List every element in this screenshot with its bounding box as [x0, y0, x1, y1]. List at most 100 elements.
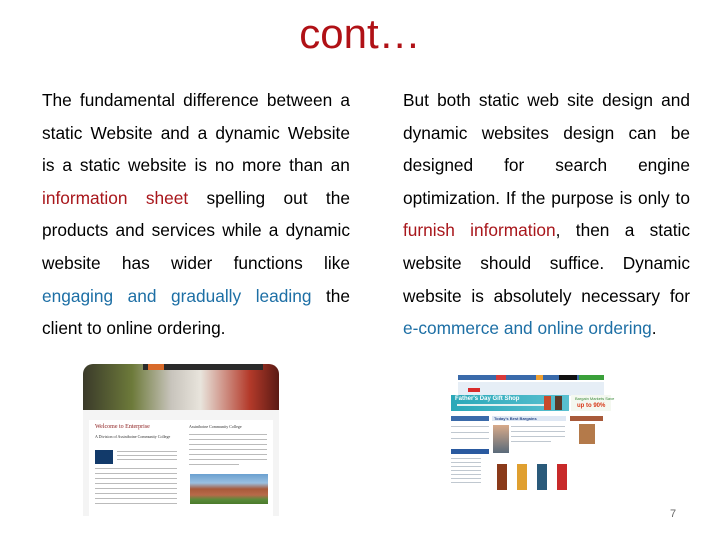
word: between [266, 90, 333, 110]
text-line [189, 434, 267, 435]
word: is [471, 285, 484, 306]
word: Website [287, 122, 350, 143]
text-line: optimization. If the purpose is only to [403, 182, 690, 215]
highlighted-word: online [537, 318, 584, 339]
word-group: information, [470, 214, 560, 247]
featured-author-photo [493, 425, 509, 453]
word: than [289, 155, 323, 176]
book-cover [544, 396, 551, 410]
word: and [661, 90, 690, 110]
text-line [451, 462, 481, 463]
word: static [42, 122, 83, 143]
text-line [189, 444, 267, 445]
word: Website [90, 122, 153, 143]
word: a [624, 220, 635, 241]
book-cover [537, 464, 547, 490]
highlighted-word: sheet [145, 187, 189, 208]
word: difference [183, 90, 259, 110]
word: Dynamic [622, 252, 690, 273]
main-section-title: Today's Best Bargains [494, 416, 537, 421]
word: purpose [551, 187, 614, 208]
word: website [42, 252, 101, 273]
word: an [330, 155, 350, 176]
word: be [670, 122, 690, 143]
text-line [451, 470, 481, 471]
word: design [563, 122, 615, 143]
word: ordering. [157, 318, 226, 339]
text-line [95, 493, 177, 494]
word: a [197, 122, 208, 143]
highlighted-word: leading [255, 285, 312, 306]
text-line: website should suffice. Dynamic [403, 247, 690, 280]
left-text-column: The fundamental difference between a static We… [42, 84, 350, 345]
text-line [451, 466, 481, 467]
site-header-banner [83, 364, 279, 410]
word: static [478, 90, 520, 110]
text-line: furnish information, then a static [403, 214, 690, 247]
word: for [504, 155, 525, 176]
book-cover [557, 464, 567, 490]
word: necessary [581, 285, 661, 306]
word: website [403, 252, 462, 273]
word: for [669, 285, 690, 306]
word: to [87, 318, 102, 339]
text-line [189, 459, 267, 460]
text-line [511, 426, 565, 427]
text-line [117, 459, 177, 460]
text-line [451, 438, 489, 439]
word: online [106, 318, 153, 339]
text-line [511, 436, 565, 437]
text-line [95, 468, 177, 469]
word: to [675, 187, 690, 208]
text-line [451, 458, 481, 459]
promo-banner-title: Father's Day Gift Shop [455, 396, 520, 402]
word: dynamic [285, 220, 350, 241]
site-nav-active-tab [148, 364, 164, 370]
highlighted-word: information [470, 220, 556, 241]
text-line [451, 426, 489, 427]
text-line: products and services while a dynamic [42, 214, 350, 247]
text-line [451, 474, 481, 475]
promo-banner-subtitle [457, 404, 547, 406]
text-line: The fundamental difference between a [42, 84, 350, 117]
word: no [214, 155, 235, 176]
word: static [649, 220, 690, 241]
word: more [241, 155, 282, 176]
nav-tab-red [496, 375, 506, 380]
text-line: But both static web site design and [403, 84, 690, 117]
text-line: static Website and a dynamic Website [42, 117, 350, 150]
word: site [567, 90, 594, 110]
word: But [403, 90, 429, 110]
highlighted-word: information [42, 187, 128, 208]
word: website [403, 285, 462, 306]
text-line [189, 454, 267, 455]
word: can [628, 122, 657, 143]
text-line [117, 455, 177, 456]
text-line: is a static website is no more than an [42, 149, 350, 182]
nav-tab-black [559, 375, 577, 380]
word: is [194, 155, 207, 176]
text-line [95, 503, 177, 504]
book-cover [555, 396, 562, 410]
word: while [222, 220, 262, 241]
word: out [283, 187, 308, 208]
word: spelling [206, 187, 266, 208]
highlighted-word: and [503, 318, 533, 339]
text-line [189, 464, 239, 465]
word: If [505, 187, 516, 208]
text-line [95, 473, 177, 474]
word: is [619, 187, 633, 208]
highlighted-word: ordering [588, 318, 652, 339]
word: products [42, 220, 109, 241]
text-line [95, 488, 177, 489]
text-line: dynamic websites design can be [403, 117, 690, 150]
word: and [115, 220, 145, 241]
sale-label: Bargain Markets Save [575, 396, 615, 401]
word: a [62, 155, 72, 176]
search-button [468, 388, 480, 392]
word: website [128, 155, 187, 176]
highlighted-word: engaging [42, 285, 114, 306]
text-line [95, 498, 177, 499]
right-column-header [570, 416, 603, 421]
word: web [527, 90, 559, 110]
